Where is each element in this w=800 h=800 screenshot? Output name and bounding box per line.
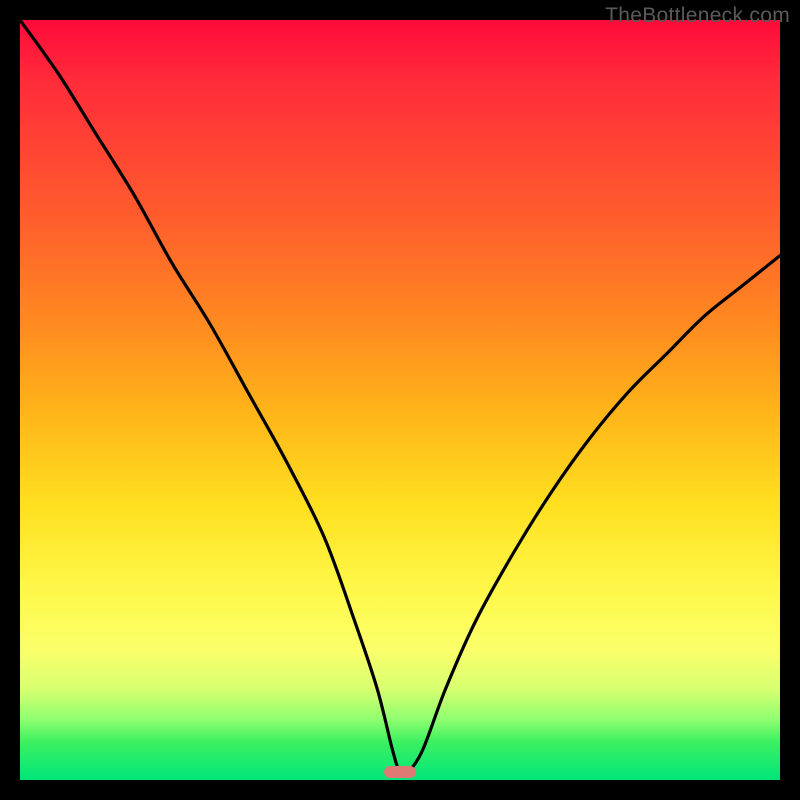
curve-layer (20, 20, 780, 780)
plot-area (20, 20, 780, 780)
optimal-marker (384, 766, 416, 778)
watermark-text: TheBottleneck.com (605, 4, 790, 28)
bottleneck-curve (20, 20, 780, 775)
chart-frame: TheBottleneck.com (0, 0, 800, 800)
